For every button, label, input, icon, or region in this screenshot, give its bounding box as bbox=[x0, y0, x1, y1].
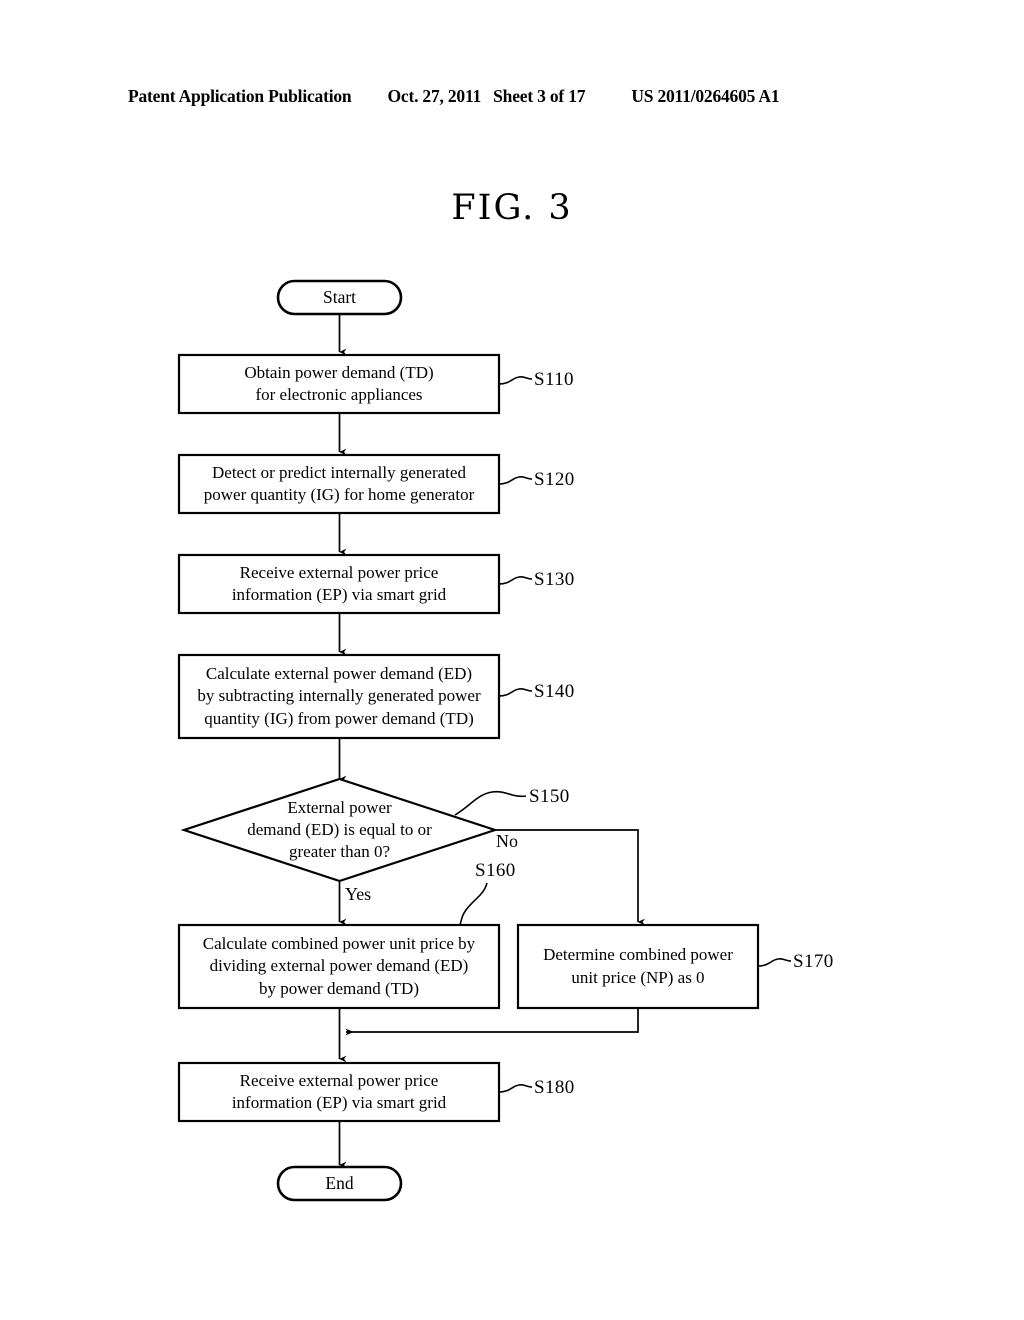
step-ref-s120: S120 bbox=[534, 469, 575, 490]
leader-line-s160 bbox=[458, 882, 488, 928]
step-box-s170 bbox=[516, 923, 760, 1010]
step-ref-s110: S110 bbox=[534, 369, 574, 390]
decision-diamond-s150 bbox=[180, 777, 499, 883]
step-ref-s170: S170 bbox=[793, 951, 834, 972]
step-ref-s130: S130 bbox=[534, 569, 575, 590]
step-box-s160 bbox=[177, 923, 501, 1010]
step-ref-s150: S150 bbox=[529, 786, 570, 807]
leader-line-s140 bbox=[498, 688, 533, 697]
flowchart-diagram: Start Obtain power demand (TD) for elect… bbox=[0, 0, 1024, 1320]
step-ref-s180: S180 bbox=[534, 1077, 575, 1098]
step-box-s110 bbox=[177, 353, 501, 415]
branch-label-yes: Yes bbox=[345, 884, 372, 904]
step-box-s140 bbox=[177, 653, 501, 740]
leader-line-s180 bbox=[498, 1084, 533, 1093]
step-box-s180 bbox=[177, 1061, 501, 1123]
step-ref-s140: S140 bbox=[534, 681, 575, 702]
leader-line-s170 bbox=[757, 958, 792, 967]
step-box-s120 bbox=[177, 453, 501, 515]
connector-s170-merge bbox=[345, 1008, 639, 1036]
step-box-s130 bbox=[177, 553, 501, 615]
start-terminal-shape bbox=[276, 279, 403, 316]
leader-line-s130 bbox=[498, 576, 533, 585]
leader-line-s150 bbox=[454, 790, 527, 816]
step-ref-s160: S160 bbox=[475, 860, 516, 881]
branch-label-no: No bbox=[496, 831, 518, 851]
leader-line-s110 bbox=[498, 376, 533, 385]
flowchart-svg bbox=[177, 279, 792, 1202]
end-terminal-shape bbox=[276, 1165, 403, 1202]
leader-line-s120 bbox=[498, 476, 533, 485]
